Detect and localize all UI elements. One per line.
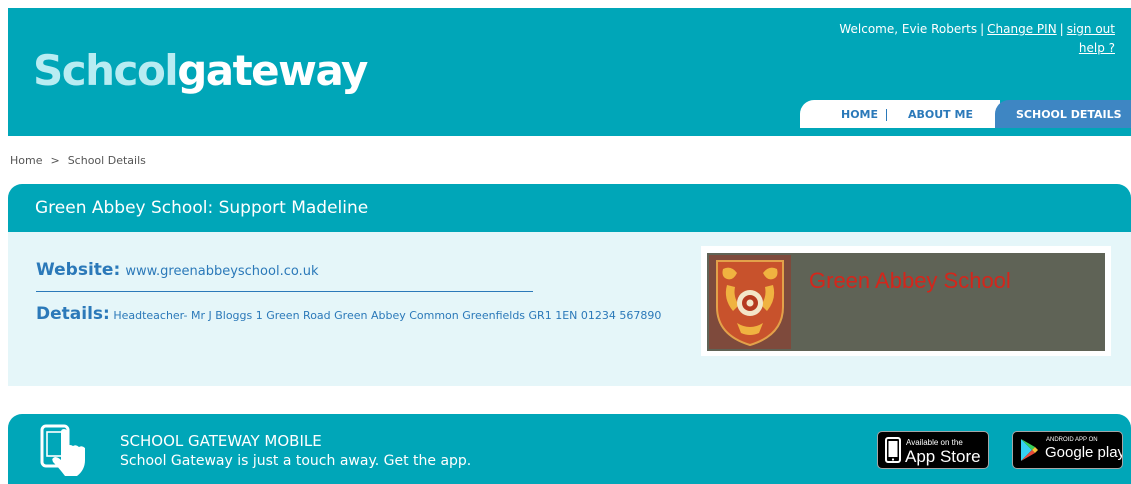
tab-school-details[interactable]: SCHOOL DETAILS	[995, 100, 1131, 128]
school-banner-name: Green Abbey School	[809, 268, 1011, 293]
user-bar-separator: |	[980, 22, 985, 36]
sign-out-link[interactable]: sign out	[1067, 22, 1115, 36]
main-nav-tabs: HOME ABOUT ME SCHOOL DETAILS	[800, 100, 1131, 128]
school-panel-body: Website: www.greenabbeyschool.co.uk Deta…	[8, 232, 1131, 386]
tab-divider	[886, 109, 887, 121]
google-play-button[interactable]: ANDROID APP ON Google play	[1012, 431, 1123, 469]
mobile-app-bar: SCHOOL GATEWAY MOBILE School Gateway is …	[8, 414, 1131, 484]
school-banner-inner: Green Abbey School	[707, 253, 1105, 351]
breadcrumb: Home > School Details	[10, 154, 146, 167]
app-store-button[interactable]: Available on the App Store	[877, 431, 989, 469]
user-bar-separator: |	[1059, 22, 1064, 36]
breadcrumb-home-link[interactable]: Home	[10, 154, 42, 167]
app-store-big-text: App Store	[905, 447, 981, 466]
website-label: Website:	[36, 260, 121, 280]
school-crest-icon	[709, 255, 791, 349]
panel-title: Green Abbey School: Support Madeline	[35, 198, 369, 218]
school-banner-image: Green Abbey School	[701, 246, 1111, 356]
change-pin-link[interactable]: Change PIN	[987, 22, 1057, 36]
website-row: Website: www.greenabbeyschool.co.uk	[36, 260, 533, 292]
school-panel-header: Green Abbey School: Support Madeline	[8, 184, 1131, 232]
breadcrumb-current: School Details	[67, 154, 146, 167]
breadcrumb-separator: >	[50, 154, 60, 167]
phone-icon	[885, 437, 901, 463]
tab-about-me[interactable]: ABOUT ME	[908, 100, 973, 128]
app-store-small-text: Available on the	[906, 438, 963, 447]
google-play-small-text: ANDROID APP ON	[1046, 437, 1098, 443]
logo-text-gateway: gateway	[177, 46, 368, 95]
phone-touch-icon	[40, 424, 85, 476]
website-link[interactable]: www.greenabbeyschool.co.uk	[125, 264, 318, 279]
google-play-icon	[1021, 439, 1038, 461]
tab-home[interactable]: HOME	[841, 100, 878, 128]
details-row: Details: Headteacher- Mr J Bloggs 1 Gree…	[36, 304, 676, 326]
school-gateway-logo[interactable]: Schcolgateway	[33, 44, 368, 98]
welcome-text: Welcome, Evie Roberts	[839, 22, 978, 36]
mobile-subtitle: School Gateway is just a touch away. Get…	[120, 453, 472, 469]
details-label: Details:	[36, 304, 110, 324]
mobile-title: SCHOOL GATEWAY MOBILE	[120, 432, 322, 450]
details-text: Headteacher- Mr J Bloggs 1 Green Road Gr…	[113, 309, 662, 322]
help-link[interactable]: help ?	[1079, 41, 1115, 55]
user-bar: Welcome, Evie Roberts | Change PIN | sign ou…	[839, 20, 1115, 58]
logo-text-school: Schcol	[33, 46, 179, 95]
google-play-big-text: Google play	[1045, 444, 1123, 461]
